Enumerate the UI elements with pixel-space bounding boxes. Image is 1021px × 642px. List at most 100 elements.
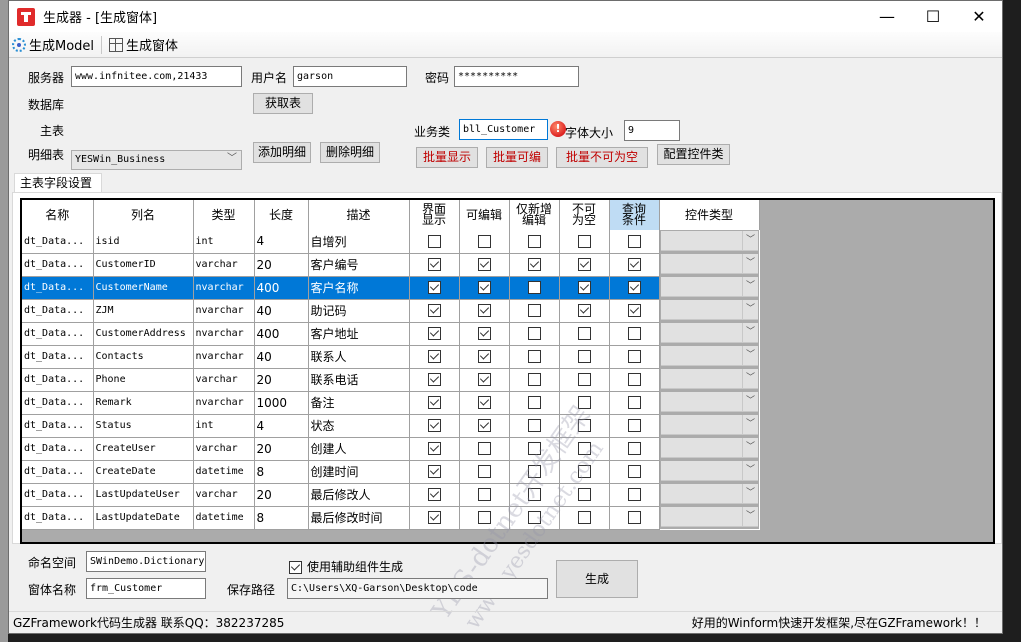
minimize-button[interactable]: — — [864, 1, 910, 32]
add-only-checkbox[interactable] — [527, 465, 541, 478]
show-checkbox[interactable] — [427, 511, 441, 524]
cell-not-null[interactable] — [559, 506, 610, 530]
cell-control-type[interactable]: ﹀ — [659, 276, 759, 299]
editable-checkbox[interactable] — [477, 396, 491, 409]
cell-length[interactable]: 40 — [254, 299, 309, 323]
column-header-name[interactable]: 名称 — [22, 200, 94, 230]
cell-control-type[interactable]: ﹀ — [659, 253, 759, 276]
cell-name[interactable]: dt_Data... — [22, 391, 94, 415]
editable-checkbox[interactable] — [477, 465, 491, 478]
table-row[interactable]: dt_Data... CustomerID varchar 20 客户编号 ﹀ — [22, 253, 759, 277]
cell-not-null[interactable] — [559, 253, 610, 277]
cell-column[interactable]: ZJM — [93, 299, 194, 323]
cell-editable[interactable] — [459, 460, 510, 484]
not-null-checkbox[interactable] — [577, 465, 591, 478]
query-checkbox[interactable] — [627, 396, 641, 409]
not-null-checkbox[interactable] — [577, 419, 591, 432]
use-helper-checkbox[interactable]: 使用辅助组件生成 — [289, 558, 403, 575]
cell-add-only[interactable] — [509, 345, 560, 369]
cell-control-type[interactable]: ﹀ — [659, 483, 759, 506]
add-only-checkbox[interactable] — [527, 488, 541, 501]
not-null-checkbox[interactable] — [577, 281, 591, 294]
add-only-checkbox[interactable] — [527, 350, 541, 363]
cell-length[interactable]: 400 — [254, 322, 309, 346]
show-checkbox[interactable] — [427, 419, 441, 432]
cell-type[interactable]: varchar — [193, 483, 255, 507]
cell-description[interactable]: 联系人 — [308, 345, 410, 369]
editable-checkbox[interactable] — [477, 373, 491, 386]
show-checkbox[interactable] — [427, 442, 441, 455]
cell-control-type[interactable]: ﹀ — [659, 230, 759, 253]
cell-query[interactable] — [609, 345, 660, 369]
cell-column[interactable]: CustomerName — [93, 276, 194, 300]
batch-edit-button[interactable]: 批量可编 — [486, 147, 548, 168]
cell-length[interactable]: 400 — [254, 276, 309, 300]
show-checkbox[interactable] — [427, 373, 441, 386]
control-type-select[interactable]: ﹀ — [660, 369, 758, 389]
control-type-select[interactable]: ﹀ — [660, 461, 758, 481]
show-checkbox[interactable] — [427, 350, 441, 363]
not-null-checkbox[interactable] — [577, 350, 591, 363]
add-only-checkbox[interactable] — [527, 258, 541, 271]
not-null-checkbox[interactable] — [577, 396, 591, 409]
add-only-checkbox[interactable] — [527, 396, 541, 409]
cell-description[interactable]: 最后修改时间 — [308, 506, 410, 530]
tab-main-table-fields[interactable]: 主表字段设置 — [14, 173, 102, 193]
delete-detail-button[interactable]: 删除明细 — [320, 142, 380, 163]
editable-checkbox[interactable] — [477, 304, 491, 317]
cell-description[interactable]: 状态 — [308, 414, 410, 438]
cell-add-only[interactable] — [509, 437, 560, 461]
cell-type[interactable]: int — [193, 230, 255, 254]
cell-editable[interactable] — [459, 483, 510, 507]
cell-not-null[interactable] — [559, 299, 610, 323]
not-null-checkbox[interactable] — [577, 234, 591, 248]
cell-name[interactable]: dt_Data... — [22, 506, 94, 530]
not-null-checkbox[interactable] — [577, 373, 591, 386]
query-checkbox[interactable] — [627, 304, 641, 317]
control-type-select[interactable]: ﹀ — [660, 300, 758, 320]
query-checkbox[interactable] — [627, 258, 641, 271]
cell-not-null[interactable] — [559, 460, 610, 484]
cell-not-null[interactable] — [559, 368, 610, 392]
cell-control-type[interactable]: ﹀ — [659, 299, 759, 322]
cell-add-only[interactable] — [509, 391, 560, 415]
add-only-checkbox[interactable] — [527, 234, 541, 248]
cell-not-null[interactable] — [559, 414, 610, 438]
maximize-button[interactable]: ☐ — [910, 1, 956, 32]
cell-description[interactable]: 客户地址 — [308, 322, 410, 346]
cell-description[interactable]: 自增列 — [308, 230, 410, 254]
cell-name[interactable]: dt_Data... — [22, 322, 94, 346]
table-row[interactable]: dt_Data... CustomerAddress nvarchar 400 客户地址… — [22, 322, 759, 346]
cell-control-type[interactable]: ﹀ — [659, 437, 759, 460]
control-type-select[interactable]: ﹀ — [660, 392, 758, 412]
cell-type[interactable]: int — [193, 414, 255, 438]
not-null-checkbox[interactable] — [577, 488, 591, 501]
control-type-select[interactable]: ﹀ — [660, 231, 758, 251]
cell-control-type[interactable]: ﹀ — [659, 460, 759, 483]
cell-show[interactable] — [409, 253, 460, 277]
editable-checkbox[interactable] — [477, 281, 491, 294]
column-header-not-null[interactable]: 不可为空 — [559, 200, 610, 230]
cell-type[interactable]: nvarchar — [193, 299, 255, 323]
cell-query[interactable] — [609, 276, 660, 300]
show-checkbox[interactable] — [427, 281, 441, 294]
cell-length[interactable]: 4 — [254, 414, 309, 438]
cell-editable[interactable] — [459, 506, 510, 530]
cell-column[interactable]: LastUpdateDate — [93, 506, 194, 530]
cell-query[interactable] — [609, 253, 660, 277]
cell-length[interactable]: 8 — [254, 506, 309, 530]
control-type-select[interactable]: ﹀ — [660, 277, 758, 297]
cell-column[interactable]: Status — [93, 414, 194, 438]
not-null-checkbox[interactable] — [577, 258, 591, 271]
cell-name[interactable]: dt_Data... — [22, 368, 94, 392]
cell-description[interactable]: 备注 — [308, 391, 410, 415]
cell-type[interactable]: datetime — [193, 460, 255, 484]
cell-editable[interactable] — [459, 345, 510, 369]
cell-editable[interactable] — [459, 437, 510, 461]
cell-control-type[interactable]: ﹀ — [659, 368, 759, 391]
query-checkbox[interactable] — [627, 373, 641, 386]
editable-checkbox[interactable] — [477, 327, 491, 340]
cell-column[interactable]: LastUpdateUser — [93, 483, 194, 507]
column-header-length[interactable]: 长度 — [254, 200, 309, 230]
cell-not-null[interactable] — [559, 437, 610, 461]
